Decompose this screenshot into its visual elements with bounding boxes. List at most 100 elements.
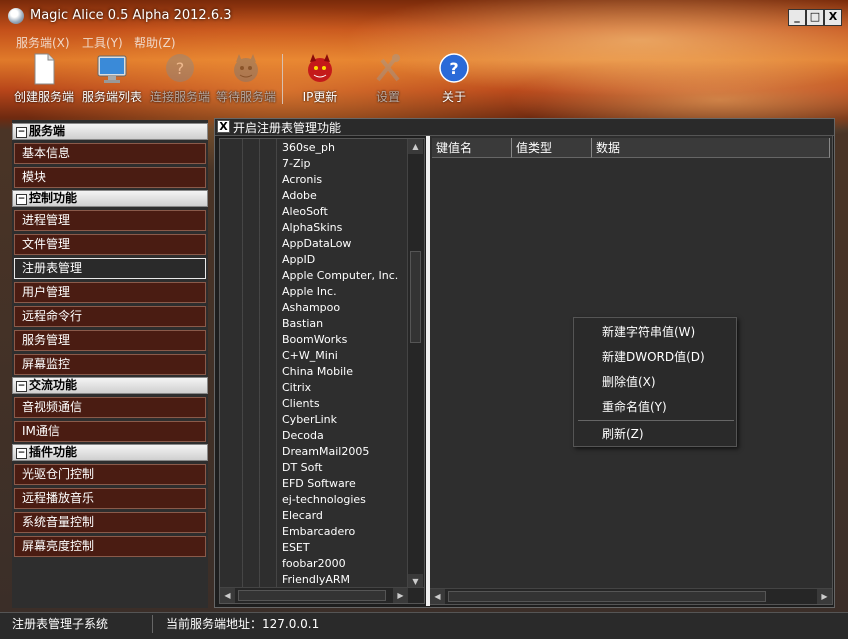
status-server-address: 当前服务端地址：127.0.0.1	[166, 617, 320, 631]
sidebar-item-screen[interactable]: 屏幕监控	[14, 354, 206, 375]
tree-horizontal-scrollbar[interactable]: ◀ ▶	[220, 587, 424, 603]
tree-item[interactable]: Adobe	[282, 188, 317, 204]
scroll-up-icon[interactable]: ▲	[408, 139, 423, 154]
scroll-right-icon[interactable]: ▶	[817, 589, 832, 604]
tree-item[interactable]: 360se_ph	[282, 140, 335, 156]
tree-item[interactable]: Citrix	[282, 380, 311, 396]
scroll-left-icon[interactable]: ◀	[220, 588, 235, 603]
app-icon	[8, 8, 24, 24]
scroll-thumb[interactable]	[238, 590, 386, 601]
scroll-thumb[interactable]	[410, 251, 421, 343]
menu-rename-value[interactable]: 重命名值(Y)	[602, 397, 667, 417]
tree-item[interactable]: Decoda	[282, 428, 324, 444]
tree-item[interactable]: DreamMail2005	[282, 444, 369, 460]
sidebar-item-remote-cmd[interactable]: 远程命令行	[14, 306, 206, 327]
about-button[interactable]: ? 关于	[420, 52, 488, 110]
tree-item[interactable]: AppID	[282, 252, 315, 268]
sidebar-item-module[interactable]: 模块	[14, 167, 206, 188]
help-icon: ?	[439, 53, 469, 83]
scroll-thumb[interactable]	[448, 591, 766, 602]
sidebar-item-user[interactable]: 用户管理	[14, 282, 206, 303]
tree-item[interactable]: Acronis	[282, 172, 322, 188]
tree-item[interactable]: C+W_Mini	[282, 348, 338, 364]
splitter[interactable]	[426, 136, 430, 606]
connect-help-icon: ?	[166, 54, 194, 82]
context-menu: 新建字符串值(W) 新建DWORD值(D) 删除值(X) 重命名值(Y) 刷新(…	[573, 317, 737, 447]
column-value-name[interactable]: 键值名	[432, 138, 512, 158]
tree-item[interactable]: CyberLink	[282, 412, 337, 428]
tree-item[interactable]: ej-technologies	[282, 492, 366, 508]
tree-item[interactable]: AppDataLow	[282, 236, 351, 252]
status-subsystem: 注册表管理子系统	[12, 617, 109, 631]
tree-item[interactable]: AlphaSkins	[282, 220, 342, 236]
menu-help[interactable]: 帮助(Z)	[134, 34, 176, 51]
menu-new-dword-value[interactable]: 新建DWORD值(D)	[602, 347, 705, 367]
tree-item[interactable]: ESET	[282, 540, 310, 556]
group-control[interactable]: − 控制功能	[12, 190, 208, 207]
tree-item[interactable]: Bastian	[282, 316, 323, 332]
menu-refresh[interactable]: 刷新(Z)	[602, 424, 644, 444]
server-list-button[interactable]: 服务端列表	[78, 52, 146, 110]
sidebar-item-music[interactable]: 远程播放音乐	[14, 488, 206, 509]
sidebar-item-process[interactable]: 进程管理	[14, 210, 206, 231]
scroll-left-icon[interactable]: ◀	[430, 589, 445, 604]
tree-item[interactable]: EFD Software	[282, 476, 356, 492]
collapse-icon: −	[16, 127, 27, 138]
tree-item[interactable]: Apple Inc.	[282, 284, 337, 300]
svg-text:?: ?	[449, 59, 458, 78]
tree-item[interactable]: DT Soft	[282, 460, 322, 476]
tree-vertical-scrollbar[interactable]: ▲ ▼	[407, 139, 424, 589]
svg-text:?: ?	[176, 59, 185, 78]
menu-delete-value[interactable]: 删除值(X)	[602, 372, 656, 392]
status-bar: 注册表管理子系统 当前服务端地址：127.0.0.1	[0, 612, 848, 639]
wait-server-button[interactable]: 等待服务端	[212, 52, 280, 110]
monitor-icon	[97, 55, 127, 83]
column-value-type[interactable]: 值类型	[512, 138, 592, 158]
tree-item[interactable]: China Mobile	[282, 364, 353, 380]
menu-tools[interactable]: 工具(Y)	[82, 34, 123, 51]
maximize-button[interactable]: □	[806, 9, 824, 26]
tree-item[interactable]: BoomWorks	[282, 332, 347, 348]
column-data[interactable]: 数据	[592, 138, 830, 158]
menu-new-string-value[interactable]: 新建字符串值(W)	[602, 322, 695, 342]
sidebar-item-file[interactable]: 文件管理	[14, 234, 206, 255]
menu-separator	[578, 420, 734, 421]
sidebar-item-registry[interactable]: 注册表管理	[14, 258, 206, 279]
sidebar-item-service[interactable]: 服务管理	[14, 330, 206, 351]
tree-item[interactable]: FriendlyARM	[282, 572, 350, 588]
sidebar-item-im[interactable]: IM通信	[14, 421, 206, 442]
tree-item[interactable]: Apple Computer, Inc.	[282, 268, 398, 284]
tree-item[interactable]: AleoSoft	[282, 204, 328, 220]
sidebar-item-basic-info[interactable]: 基本信息	[14, 143, 206, 164]
sidebar-item-av[interactable]: 音视频通信	[14, 397, 206, 418]
connect-server-button[interactable]: ? 连接服务端	[146, 52, 214, 110]
menu-bar: 服务端(X) 工具(Y) 帮助(Z)	[0, 32, 848, 50]
title-bar[interactable]: Magic Alice 0.5 Alpha 2012.6.3 _ □ X	[0, 0, 848, 32]
tree-item[interactable]: Elecard	[282, 508, 323, 524]
menu-server[interactable]: 服务端(X)	[16, 34, 70, 51]
list-horizontal-scrollbar[interactable]: ◀ ▶	[430, 588, 832, 604]
panel-close-button[interactable]: X	[217, 120, 230, 133]
close-button[interactable]: X	[824, 9, 842, 26]
sidebar-item-volume[interactable]: 系统音量控制	[14, 512, 206, 533]
panel-title: 开启注册表管理功能	[233, 121, 342, 135]
ip-update-button[interactable]: IP更新	[286, 52, 354, 110]
group-server[interactable]: − 服务端	[12, 123, 208, 140]
tree-item[interactable]: 7-Zip	[282, 156, 311, 172]
scroll-right-icon[interactable]: ▶	[393, 588, 408, 603]
collapse-icon: −	[16, 194, 27, 205]
minimize-button[interactable]: _	[788, 9, 806, 26]
group-communication[interactable]: − 交流功能	[12, 377, 208, 394]
devil-icon	[234, 54, 258, 82]
collapse-icon: −	[16, 381, 27, 392]
sidebar-item-brightness[interactable]: 屏幕亮度控制	[14, 536, 206, 557]
sidebar-item-cdrom[interactable]: 光驱仓门控制	[14, 464, 206, 485]
registry-tree[interactable]: 360se_ph 7-Zip Acronis Adobe AleoSoft AlphaSk…	[219, 138, 425, 604]
tree-item[interactable]: foobar2000	[282, 556, 346, 572]
tree-item[interactable]: Clients	[282, 396, 320, 412]
tree-item[interactable]: Embarcadero	[282, 524, 355, 540]
tree-item[interactable]: Ashampoo	[282, 300, 340, 316]
create-server-button[interactable]: 创建服务端	[10, 52, 78, 110]
settings-button[interactable]: 设置	[354, 52, 422, 110]
group-plugins[interactable]: − 插件功能	[12, 444, 208, 461]
